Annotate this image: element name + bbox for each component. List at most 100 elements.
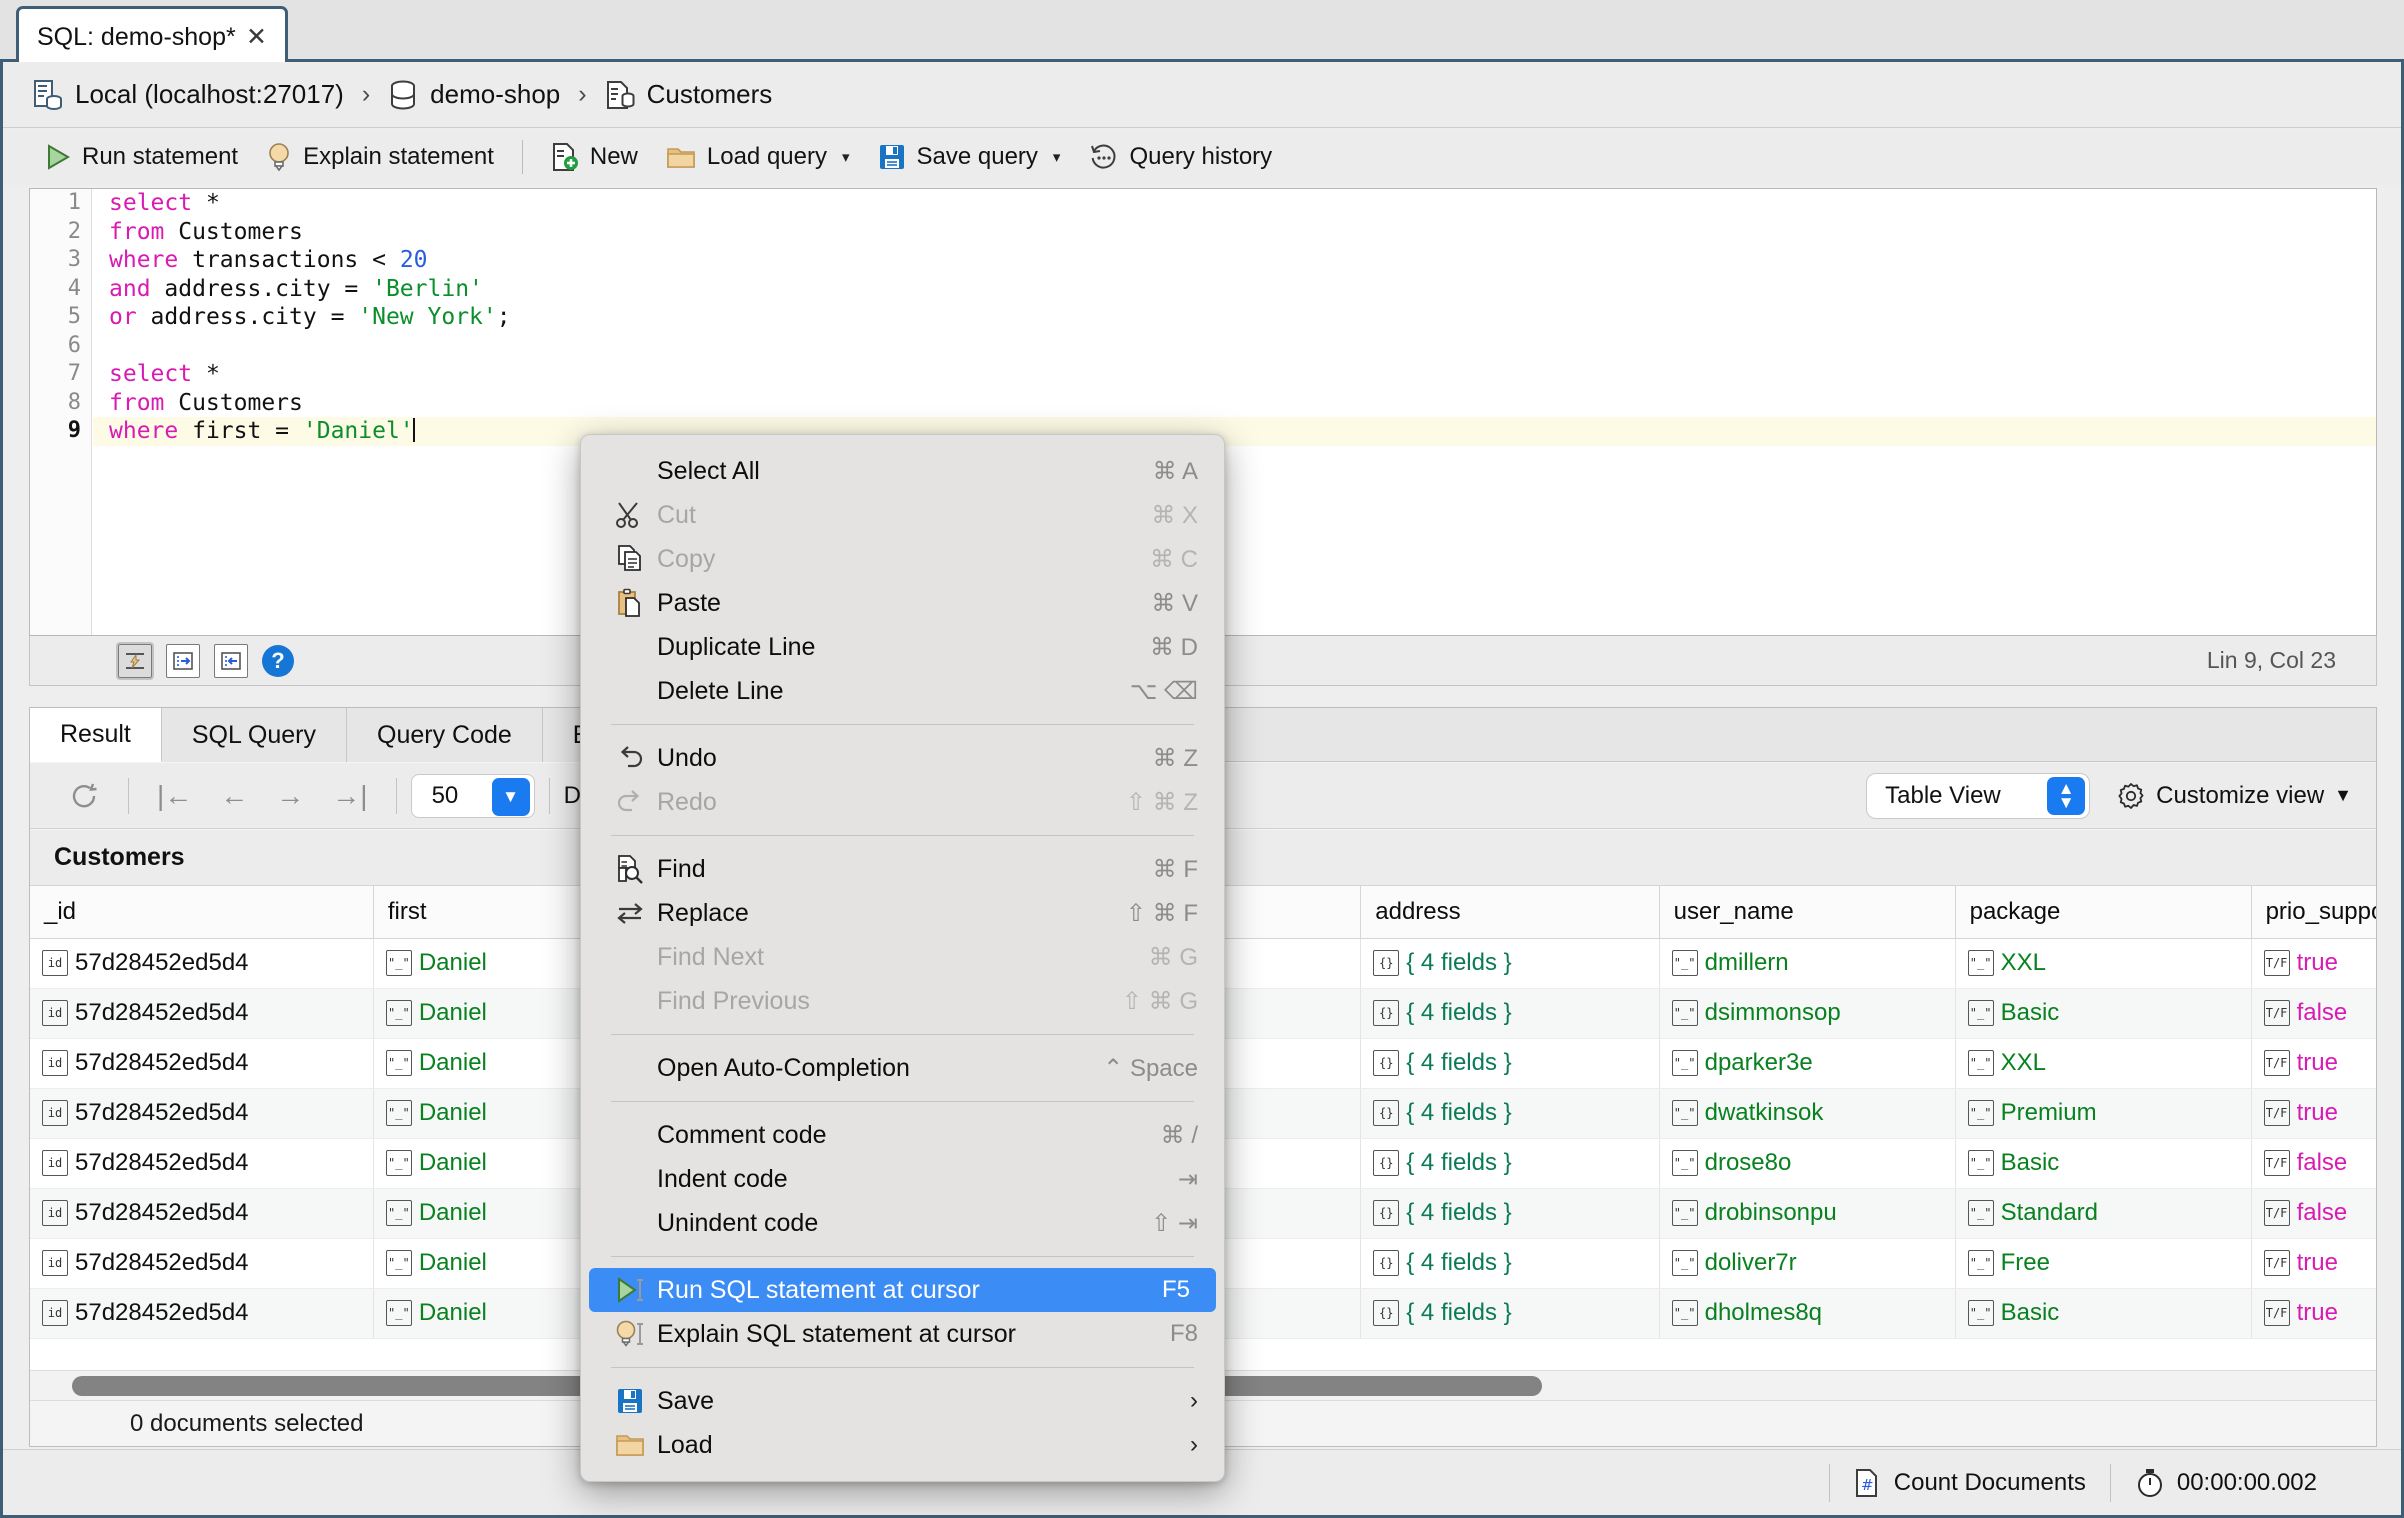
code-line[interactable]: from Customers — [93, 389, 2376, 418]
table-cell[interactable]: "_" XXL — [1967, 949, 2250, 977]
table-cell[interactable]: id 57d28452ed5d4 — [42, 1199, 372, 1227]
table-cell[interactable]: T/F true — [2263, 1049, 2376, 1077]
menu-item-load[interactable]: Load › — [581, 1423, 1224, 1467]
table-cell[interactable]: T/F false — [2263, 1199, 2376, 1227]
table-cell[interactable]: {}{ 4 fields } — [1373, 1299, 1657, 1327]
table-cell[interactable]: "_" dwatkinsok — [1671, 1099, 1954, 1127]
table-cell[interactable]: "_" XXL — [1967, 1049, 2250, 1077]
last-page-icon[interactable]: →| — [318, 780, 381, 812]
result-tab-result[interactable]: Result — [30, 708, 162, 762]
load-query-button[interactable]: Load query ▾ — [652, 139, 864, 175]
breadcrumb-database[interactable]: demo-shop — [388, 79, 560, 111]
code-line[interactable]: select * — [93, 189, 2376, 218]
code-line[interactable]: from Customers — [93, 218, 2376, 247]
table-cell[interactable]: "_" dsimmonsop — [1671, 999, 1954, 1027]
save-query-button[interactable]: Save query ▾ — [864, 139, 1075, 175]
table-cell[interactable]: "_" dparker3e — [1671, 1049, 1954, 1077]
table-cell[interactable]: id 57d28452ed5d4 — [42, 1049, 372, 1077]
refresh-icon[interactable] — [54, 780, 114, 812]
code-line[interactable] — [93, 332, 2376, 361]
table-cell[interactable]: "_" Standard — [1967, 1199, 2250, 1227]
code-line[interactable]: where transactions < 20 — [93, 246, 2376, 275]
menu-item-find[interactable]: Find ⌘ F — [581, 847, 1224, 891]
view-mode-select[interactable]: Table View ▲ ▼ — [1866, 772, 2091, 819]
table-cell[interactable]: id 57d28452ed5d4 — [42, 1149, 372, 1177]
format-query-icon[interactable] — [116, 641, 154, 680]
table-cell[interactable]: T/F true — [2263, 1099, 2376, 1127]
chevron-down-icon-2[interactable]: ▾ — [1053, 148, 1061, 166]
prev-page-icon[interactable]: ← — [206, 780, 262, 812]
table-cell[interactable]: {}{ 4 fields } — [1373, 1049, 1657, 1077]
customize-view-button[interactable]: Customize view ▼ — [2116, 781, 2352, 811]
table-cell[interactable]: T/F true — [2263, 1249, 2376, 1277]
table-cell[interactable]: "_" Premium — [1967, 1099, 2250, 1127]
code-line[interactable]: select * — [93, 360, 2376, 389]
table-cell[interactable]: {}{ 4 fields } — [1373, 1149, 1657, 1177]
code-line[interactable]: where first = 'Daniel' — [93, 417, 2376, 446]
table-cell[interactable]: "_" dmillern — [1671, 949, 1954, 977]
chevron-down-icon-3[interactable]: ▼ — [491, 777, 530, 816]
table-cell[interactable]: "_" drose8o — [1671, 1149, 1954, 1177]
column-header-prio_support[interactable]: prio_support — [2251, 886, 2376, 939]
menu-item-select-all[interactable]: Select All ⌘ A — [581, 449, 1224, 493]
column-header-address[interactable]: address — [1360, 886, 1660, 939]
menu-item-run-sql-statement-at-cursor[interactable]: Run SQL statement at cursor F5 — [589, 1268, 1216, 1312]
table-cell[interactable]: {}{ 4 fields } — [1373, 1099, 1657, 1127]
table-cell[interactable]: "_" Basic — [1967, 1299, 2250, 1327]
table-cell[interactable]: T/F false — [2263, 999, 2376, 1027]
table-cell[interactable]: {}{ 4 fields } — [1373, 999, 1657, 1027]
editor-context-menu[interactable]: Select All ⌘ A Cut ⌘ X Copy ⌘ C Paste ⌘ V Duplic… — [580, 434, 1225, 1482]
table-cell[interactable]: T/F true — [2263, 949, 2376, 977]
result-tab-sql-query[interactable]: SQL Query — [161, 708, 347, 762]
table-cell[interactable]: T/F true — [2263, 1299, 2376, 1327]
explain-statement-button[interactable]: Explain statement — [252, 138, 508, 176]
column-header-package[interactable]: package — [1955, 886, 2252, 939]
new-query-button[interactable]: New — [537, 138, 652, 176]
table-cell[interactable]: "_" dholmes8q — [1671, 1299, 1954, 1327]
column-header-user_name[interactable]: user_name — [1659, 886, 1956, 939]
sql-code-area[interactable]: select * from Customers where transactions… — [93, 189, 2376, 635]
tab-sql-demo-shop[interactable]: SQL: demo-shop* ✕ — [16, 6, 288, 65]
chevron-down-icon[interactable]: ▾ — [842, 148, 850, 166]
page-size-select[interactable]: 50 ▼ — [410, 773, 535, 818]
breadcrumb-collection[interactable]: Customers — [605, 79, 772, 111]
menu-item-comment-code[interactable]: Comment code ⌘ / — [581, 1113, 1224, 1157]
code-line[interactable]: and address.city = 'Berlin' — [93, 275, 2376, 304]
menu-item-unindent-code[interactable]: Unindent code ⇧ ⇥ — [581, 1201, 1224, 1245]
menu-item-save[interactable]: Save › — [581, 1379, 1224, 1423]
help-icon[interactable]: ? — [262, 644, 294, 677]
menu-item-indent-code[interactable]: Indent code ⇥ — [581, 1157, 1224, 1201]
next-page-icon[interactable]: → — [262, 780, 318, 812]
table-cell[interactable]: {}{ 4 fields } — [1373, 1249, 1657, 1277]
code-line[interactable]: or address.city = 'New York'; — [93, 303, 2376, 332]
menu-item-open-auto-completion[interactable]: Open Auto-Completion ⌃ Space — [581, 1046, 1224, 1090]
table-cell[interactable]: id 57d28452ed5d4 — [42, 999, 372, 1027]
table-cell[interactable]: id 57d28452ed5d4 — [42, 949, 372, 977]
table-cell[interactable]: "_" doliver7r — [1671, 1249, 1954, 1277]
table-cell[interactable]: id 57d28452ed5d4 — [42, 1249, 372, 1277]
table-cell[interactable]: id 57d28452ed5d4 — [42, 1099, 372, 1127]
menu-item-paste[interactable]: Paste ⌘ V — [581, 581, 1224, 625]
query-history-button[interactable]: Query history — [1074, 139, 1286, 175]
table-cell[interactable]: "_" Free — [1967, 1249, 2250, 1277]
result-tab-query-code[interactable]: Query Code — [347, 708, 543, 762]
table-cell[interactable]: {}{ 4 fields } — [1373, 949, 1657, 977]
stepper-icon[interactable]: ▲ ▼ — [2047, 776, 2086, 815]
menu-item-undo[interactable]: Undo ⌘ Z — [581, 736, 1224, 780]
first-page-icon[interactable]: |← — [143, 780, 206, 812]
menu-item-replace[interactable]: Replace ⇧ ⌘ F — [581, 891, 1224, 935]
table-cell[interactable]: T/F false — [2263, 1149, 2376, 1177]
table-cell[interactable]: "_" Basic — [1967, 1149, 2250, 1177]
run-statement-button[interactable]: Run statement — [31, 139, 252, 175]
chevron-down-icon-4[interactable]: ▼ — [2334, 785, 2352, 806]
table-cell[interactable]: "_" drobinsonpu — [1671, 1199, 1954, 1227]
menu-item-delete-line[interactable]: Delete Line ⌥ ⌫ — [581, 669, 1224, 713]
indent-icon[interactable] — [166, 643, 200, 678]
column-header-_id[interactable]: _id — [30, 886, 374, 939]
menu-item-duplicate-line[interactable]: Duplicate Line ⌘ D — [581, 625, 1224, 669]
breadcrumb-connection[interactable]: Local (localhost:27017) — [33, 79, 344, 111]
table-cell[interactable]: {}{ 4 fields } — [1373, 1199, 1657, 1227]
close-icon[interactable]: ✕ — [246, 24, 267, 50]
table-cell[interactable]: "_" Basic — [1967, 999, 2250, 1027]
table-cell[interactable]: id 57d28452ed5d4 — [42, 1299, 372, 1327]
